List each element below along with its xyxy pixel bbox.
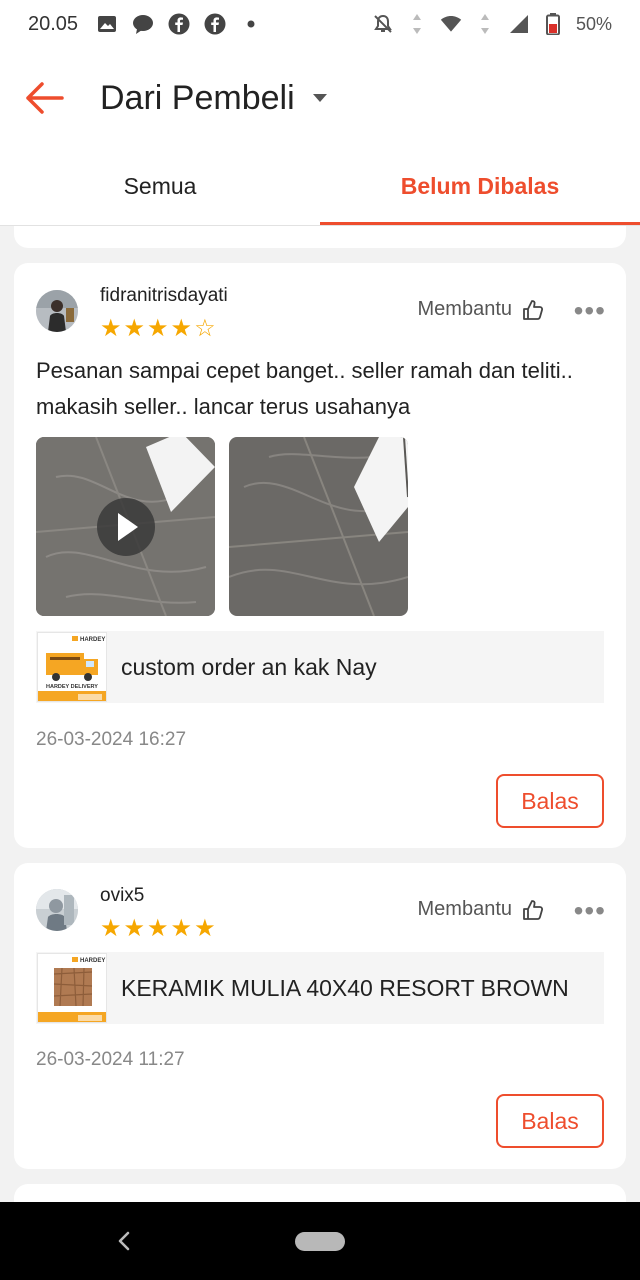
caret-down-icon[interactable] [312, 94, 327, 102]
review-card: fidranitrisdayati ★ ★ ★ ★ ☆ Membantu •••… [14, 263, 626, 848]
gallery-icon [96, 13, 118, 35]
data-arrows-icon [406, 13, 428, 35]
tab-bar: Semua Belum Dibalas [0, 148, 640, 226]
wifi-icon [440, 13, 462, 35]
previous-review-card [14, 226, 626, 248]
svg-text:HARDEY: HARDEY [80, 637, 105, 643]
back-button[interactable] [22, 76, 66, 120]
reply-button[interactable]: Balas [496, 1094, 604, 1148]
product-name: custom order an kak Nay [121, 653, 377, 680]
facebook-icon [168, 13, 190, 35]
system-nav-bar [0, 1202, 640, 1280]
chat-icon [132, 13, 154, 35]
reviewer-username: fidranitrisdayati [100, 285, 228, 306]
reviewed-product[interactable]: HARDEY KERAMIK MULIA 40X40 RESORT BROWN [36, 952, 604, 1024]
star-filled-icon: ★ [170, 915, 193, 942]
star-filled-icon: ★ [194, 915, 216, 942]
product-thumbnail: HARDEY HARDEY DELIVERY [37, 632, 107, 702]
tab-belum-dibalas[interactable]: Belum Dibalas [320, 148, 640, 225]
svg-text:HARDEY DELIVERY: HARDEY DELIVERY [46, 684, 98, 690]
star-filled-icon: ★ [123, 315, 146, 342]
mute-icon [372, 13, 394, 35]
battery-percentage: 50% [575, 13, 612, 34]
more-options-icon[interactable]: ••• [574, 297, 606, 325]
home-pill-button[interactable] [295, 1232, 345, 1251]
thumbs-up-icon [523, 899, 544, 920]
more-options-icon[interactable]: ••• [574, 897, 606, 925]
product-thumbnail: HARDEY [37, 953, 107, 1023]
arrow-left-icon [26, 82, 64, 114]
tab-semua[interactable]: Semua [0, 148, 320, 225]
star-rating: ★ ★ ★ ★ ☆ [100, 317, 216, 341]
page-title[interactable]: Dari Pembeli [100, 79, 295, 118]
helpful-button[interactable]: Membantu [418, 298, 545, 321]
star-filled-icon: ★ [100, 315, 122, 342]
reviewed-product[interactable]: HARDEY HARDEY DELIVERY custom order an k… [36, 631, 604, 703]
notification-dot-icon [240, 13, 262, 35]
next-review-card [14, 1184, 626, 1202]
reviewer-username: ovix5 [100, 885, 145, 906]
review-video-thumbnail[interactable] [36, 437, 215, 616]
star-filled-icon: ★ [147, 315, 169, 342]
helpful-label: Membantu [417, 298, 513, 320]
nav-back-button[interactable] [110, 1226, 138, 1256]
avatar[interactable] [36, 290, 78, 332]
status-bar: 20.05 50% [0, 0, 640, 48]
star-filled-icon: ★ [123, 915, 146, 942]
star-empty-icon: ☆ [194, 315, 216, 342]
reply-button[interactable]: Balas [496, 774, 604, 828]
helpful-button[interactable]: Membantu [418, 898, 545, 921]
chevron-left-icon [118, 1231, 130, 1251]
data-arrows-icon [474, 13, 496, 35]
product-name: KERAMIK MULIA 40X40 RESORT BROWN [121, 974, 569, 1001]
review-photo-thumbnail[interactable] [229, 437, 408, 616]
review-feed[interactable]: fidranitrisdayati ★ ★ ★ ★ ☆ Membantu •••… [0, 226, 640, 1202]
review-comment: Pesanan sampai cepet banget.. seller ram… [36, 358, 573, 419]
svg-text:HARDEY: HARDEY [80, 958, 105, 964]
review-card: ovix5 ★ ★ ★ ★ ★ Membantu ••• HARDEY KERA… [14, 863, 626, 1169]
app-bar: Dari Pembeli [0, 48, 640, 148]
thumbs-up-icon [523, 299, 544, 320]
star-filled-icon: ★ [100, 915, 122, 942]
star-filled-icon: ★ [170, 315, 193, 342]
star-filled-icon: ★ [147, 915, 169, 942]
star-rating: ★ ★ ★ ★ ★ [100, 917, 216, 941]
facebook-icon [204, 13, 226, 35]
battery-icon [542, 13, 564, 35]
review-date: 26-03-2024 16:27 [36, 729, 187, 750]
status-time: 20.05 [28, 12, 79, 35]
helpful-label: Membantu [417, 898, 513, 920]
review-date: 26-03-2024 11:27 [36, 1049, 185, 1070]
avatar[interactable] [36, 889, 78, 931]
signal-icon [508, 13, 530, 35]
